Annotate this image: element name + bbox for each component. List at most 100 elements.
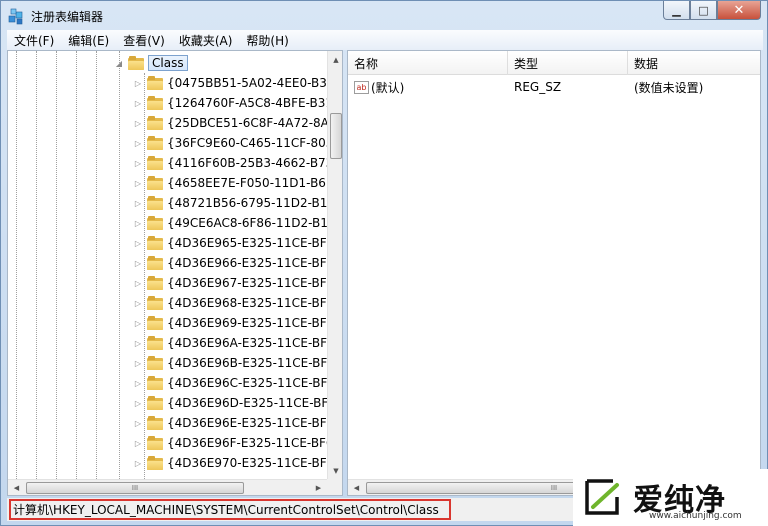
collapsed-arrow-icon[interactable]: ▷ (133, 318, 143, 328)
collapsed-arrow-icon[interactable]: ▷ (133, 338, 143, 348)
tree-item[interactable]: ▷ {25DBCE51-6C8F-4A72-8A6 (133, 113, 337, 133)
collapsed-arrow-icon[interactable]: ▷ (133, 278, 143, 288)
scroll-up-icon[interactable]: ▲ (328, 51, 342, 68)
collapsed-arrow-icon[interactable]: ▷ (133, 298, 143, 308)
collapsed-arrow-icon[interactable]: ▷ (133, 178, 143, 188)
collapsed-arrow-icon[interactable]: ▷ (133, 158, 143, 168)
collapsed-arrow-icon[interactable]: ▷ (133, 258, 143, 268)
folder-icon (147, 256, 163, 270)
tree-item[interactable]: ▷ {4D36E96D-E325-11CE-BFC (133, 393, 337, 413)
registry-path: 计算机\HKEY_LOCAL_MACHINE\SYSTEM\CurrentCon… (9, 499, 451, 520)
tree-item-label: {4116F60B-25B3-4662-B732 (167, 156, 341, 170)
tree-item[interactable]: ▷ {4D36E968-E325-11CE-BFC (133, 293, 335, 313)
tree-item-label: {1264760F-A5C8-4BFE-B314 (167, 96, 341, 110)
tree-vertical-scrollbar[interactable]: ▲ ▼ (327, 51, 342, 479)
collapsed-arrow-icon[interactable]: ▷ (133, 398, 143, 408)
tree-horizontal-scrollbar[interactable]: ◀ III ▶ (8, 479, 342, 495)
collapsed-arrow-icon[interactable]: ▷ (133, 198, 143, 208)
menu-bar: 文件(F) 编辑(E) 查看(V) 收藏夹(A) 帮助(H) (7, 30, 763, 50)
menu-edit[interactable]: 编辑(E) (61, 32, 116, 49)
tree-item[interactable]: ▷ {4D36E970-E325-11CE-BFC (133, 453, 335, 473)
collapsed-arrow-icon[interactable]: ▷ (133, 438, 143, 448)
collapsed-arrow-icon[interactable]: ▷ (133, 238, 143, 248)
tree-item[interactable]: ▷ {4D36E967-E325-11CE-BFC (133, 273, 335, 293)
tree-item[interactable]: ▷ {4D36E966-E325-11CE-BFC (133, 253, 335, 273)
folder-icon (147, 136, 163, 150)
column-header-type[interactable]: 类型 (508, 51, 628, 75)
value-type: REG_SZ (514, 80, 562, 94)
tree-item[interactable]: ▷ {4658EE7E-F050-11D1-B6B (133, 173, 334, 193)
folder-icon (147, 196, 163, 210)
scroll-left-icon[interactable]: ◀ (348, 480, 365, 495)
tree-item[interactable]: ▷ {4D36E965-E325-11CE-BFC (133, 233, 335, 253)
menu-help[interactable]: 帮助(H) (239, 32, 295, 49)
collapsed-arrow-icon[interactable]: ▷ (133, 98, 143, 108)
values-list-header: 名称 类型 数据 (348, 51, 760, 75)
menu-favorites[interactable]: 收藏夹(A) (172, 32, 240, 49)
folder-icon (147, 276, 163, 290)
tree-item[interactable]: ▷ {36FC9E60-C465-11CF-8056 (133, 133, 341, 153)
tree-item[interactable]: ▷ {0475BB51-5A02-4EE0-B36 (133, 73, 335, 93)
folder-open-icon (128, 56, 144, 70)
scroll-left-icon[interactable]: ◀ (8, 480, 25, 495)
tree-item[interactable]: ▷ {4116F60B-25B3-4662-B732 (133, 153, 341, 173)
collapsed-arrow-icon[interactable]: ▷ (133, 418, 143, 428)
folder-icon (147, 76, 163, 90)
value-data: (数值未设置) (634, 80, 704, 95)
tree-item-label: {4D36E965-E325-11CE-BFC (167, 236, 336, 250)
watermark-logo-icon (585, 479, 619, 515)
tree-item-label: {4D36E96B-E325-11CE-BFC (167, 356, 336, 370)
close-button[interactable]: ✕ (717, 1, 761, 20)
scroll-right-icon[interactable]: ▶ (310, 480, 327, 495)
collapsed-arrow-icon[interactable]: ▷ (133, 378, 143, 388)
minimize-button[interactable]: ▁ (663, 1, 690, 20)
title-bar[interactable]: 注册表编辑器 ▁ □ ✕ (1, 1, 767, 30)
scroll-down-icon[interactable]: ▼ (328, 462, 342, 479)
collapsed-arrow-icon[interactable]: ▷ (133, 218, 143, 228)
tree-item[interactable]: ▷ {4D36E96B-E325-11CE-BFC (133, 353, 336, 373)
folder-icon (147, 396, 163, 410)
folder-icon (147, 376, 163, 390)
expanded-arrow-icon[interactable]: ◢ (114, 58, 124, 68)
maximize-button[interactable]: □ (690, 1, 717, 20)
tree-item[interactable]: ▷ {4D36E96A-E325-11CE-BFC (133, 333, 335, 353)
folder-icon (147, 236, 163, 250)
menu-file[interactable]: 文件(F) (7, 32, 61, 49)
folder-icon (147, 456, 163, 470)
tree-item-label: {48721B56-6795-11D2-B1A (167, 196, 336, 210)
tree-horizontal-scroll-thumb[interactable]: III (26, 482, 244, 494)
tree-item[interactable]: ▷ {49CE6AC8-6F86-11D2-B1E (133, 213, 335, 233)
tree-item[interactable]: ▷ {48721B56-6795-11D2-B1A (133, 193, 336, 213)
folder-icon (147, 156, 163, 170)
collapsed-arrow-icon[interactable]: ▷ (133, 78, 143, 88)
tree-vertical-scroll-thumb[interactable] (330, 113, 342, 159)
column-header-name[interactable]: 名称 (348, 51, 508, 75)
collapsed-arrow-icon[interactable]: ▷ (133, 458, 143, 468)
tree-item[interactable]: ▷ {4D36E969-E325-11CE-BFC (133, 313, 335, 333)
folder-icon (147, 416, 163, 430)
tree-item[interactable]: ▷ {1264760F-A5C8-4BFE-B314 (133, 93, 341, 113)
folder-icon (147, 336, 163, 350)
collapsed-arrow-icon[interactable]: ▷ (133, 118, 143, 128)
collapsed-arrow-icon[interactable]: ▷ (133, 138, 143, 148)
tree-item[interactable]: ▷ {4D36E96F-E325-11CE-BFC (133, 433, 334, 453)
value-name: (默认) (371, 80, 405, 95)
registry-tree-pane[interactable]: ◢ Class ▷ {0475BB51-5A02-4EE0-B36 ▷ {126… (7, 50, 343, 496)
folder-icon (147, 356, 163, 370)
registry-editor-icon (8, 8, 23, 25)
tree-item-label: {4D36E96C-E325-11CE-BFC (167, 376, 336, 390)
column-header-data[interactable]: 数据 (628, 51, 760, 75)
tree-item-label: {4D36E967-E325-11CE-BFC (167, 276, 336, 290)
tree-item-label: Class (148, 55, 188, 71)
tree-item-label: {25DBCE51-6C8F-4A72-8A6 (167, 116, 337, 130)
tree-item-label: {4658EE7E-F050-11D1-B6B (167, 176, 335, 190)
menu-view[interactable]: 查看(V) (116, 32, 172, 49)
scrollbar-corner (327, 479, 342, 495)
tree-item-class[interactable]: ◢ Class (114, 53, 188, 73)
value-row-default[interactable]: ab (默认) REG_SZ (数值未设置) (348, 77, 760, 97)
tree-item-label: {4D36E968-E325-11CE-BFC (167, 296, 336, 310)
tree-item[interactable]: ▷ {4D36E96C-E325-11CE-BFC (133, 373, 336, 393)
tree-item[interactable]: ▷ {4D36E96E-E325-11CE-BFC (133, 413, 335, 433)
registry-values-pane[interactable]: 名称 类型 数据 ab (默认) REG_SZ (数值未设置) ◀ III ▶ (347, 50, 761, 496)
collapsed-arrow-icon[interactable]: ▷ (133, 358, 143, 368)
